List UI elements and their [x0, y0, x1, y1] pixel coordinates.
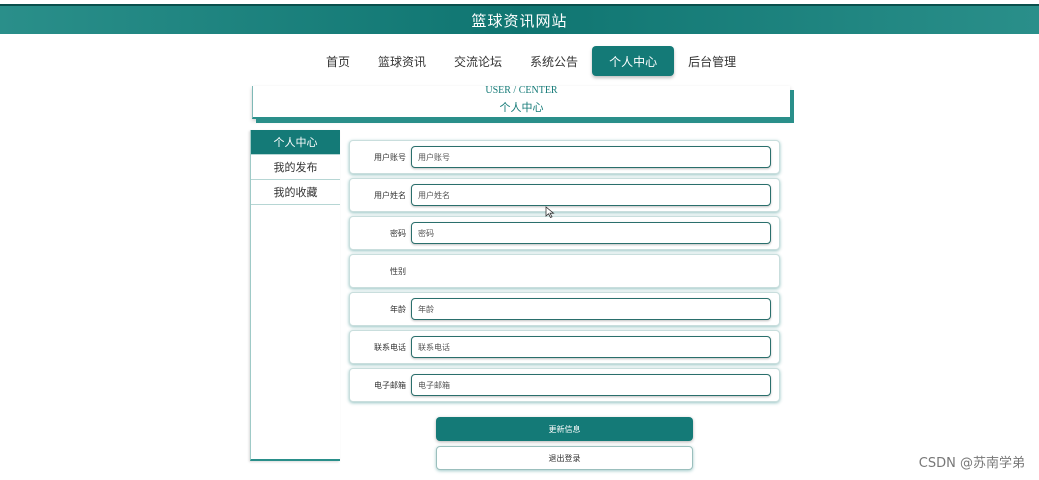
form-row-account: 用户账号 — [349, 140, 780, 174]
nav-item-announcement[interactable]: 系统公告 — [516, 46, 592, 76]
logout-button[interactable]: 退出登录 — [436, 446, 693, 470]
password-input[interactable] — [411, 222, 771, 244]
form-row-gender[interactable]: 性别 — [349, 254, 780, 288]
form-row-email: 电子邮箱 — [349, 368, 780, 402]
form-row-password: 密码 — [349, 216, 780, 250]
site-title: 篮球资讯网站 — [471, 11, 568, 30]
name-input[interactable] — [411, 184, 771, 206]
field-label: 性别 — [390, 266, 406, 276]
field-label: 密码 — [390, 228, 406, 238]
field-label: 联系电话 — [374, 342, 406, 352]
section-title-zh: 个人中心 — [499, 101, 544, 114]
nav-item-admin[interactable]: 后台管理 — [674, 46, 750, 76]
form-row-name: 用户姓名 — [349, 178, 780, 212]
field-label: 年龄 — [390, 304, 406, 314]
field-label: 电子邮箱 — [374, 380, 406, 390]
form-row-phone: 联系电话 — [349, 330, 780, 364]
nav-item-basketball-news[interactable]: 篮球资讯 — [364, 46, 440, 76]
update-info-button[interactable]: 更新信息 — [436, 417, 693, 441]
page: 篮球资讯网站 首页 篮球资讯 交流论坛 系统公告 个人中心 后台管理 USER … — [0, 0, 1039, 480]
field-label: 用户账号 — [374, 152, 406, 162]
nav-item-user-center[interactable]: 个人中心 — [592, 46, 675, 76]
side-item-user-center[interactable]: 个人中心 — [251, 130, 340, 155]
site-header: 篮球资讯网站 — [0, 4, 1039, 34]
side-item-my-favorites[interactable]: 我的收藏 — [251, 180, 340, 205]
section-title-box: USER / CENTER 个人中心 — [252, 86, 790, 119]
form-row-age: 年龄 — [349, 292, 780, 326]
nav-item-home[interactable]: 首页 — [312, 46, 364, 76]
mouse-pointer-icon — [545, 206, 555, 218]
phone-input[interactable] — [411, 336, 771, 358]
side-menu: 个人中心 我的发布 我的收藏 — [250, 130, 340, 461]
section-title-en: USER / CENTER — [485, 85, 558, 96]
field-label: 用户姓名 — [374, 190, 406, 200]
account-input[interactable] — [411, 146, 771, 168]
age-input[interactable] — [411, 298, 771, 320]
csdn-watermark: CSDN @苏南学弟 — [918, 456, 1025, 471]
nav-item-forum[interactable]: 交流论坛 — [440, 46, 516, 76]
user-info-form: 用户账号 用户姓名 密码 性别 年龄 联系电话 电子邮箱 — [349, 140, 780, 406]
main-nav: 首页 篮球资讯 交流论坛 系统公告 个人中心 后台管理 — [312, 46, 750, 76]
email-input[interactable] — [411, 374, 771, 396]
side-item-my-posts[interactable]: 我的发布 — [251, 155, 340, 180]
